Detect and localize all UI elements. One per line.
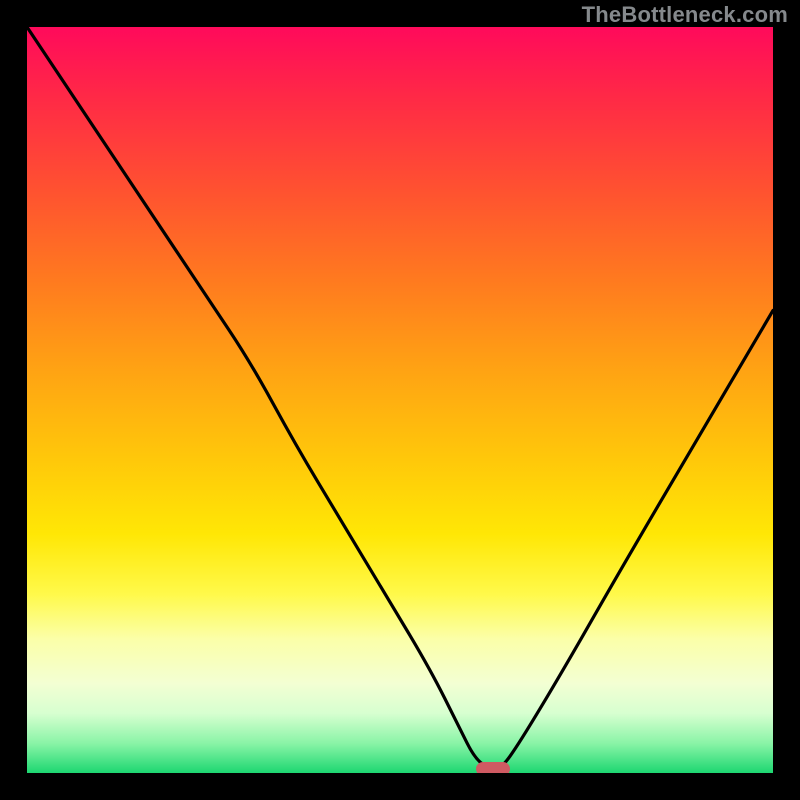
watermark-text: TheBottleneck.com: [582, 2, 788, 28]
chart-frame: TheBottleneck.com: [0, 0, 800, 800]
bottleneck-curve: [27, 27, 773, 773]
plot-area: [27, 27, 773, 773]
optimal-marker: [476, 762, 510, 773]
